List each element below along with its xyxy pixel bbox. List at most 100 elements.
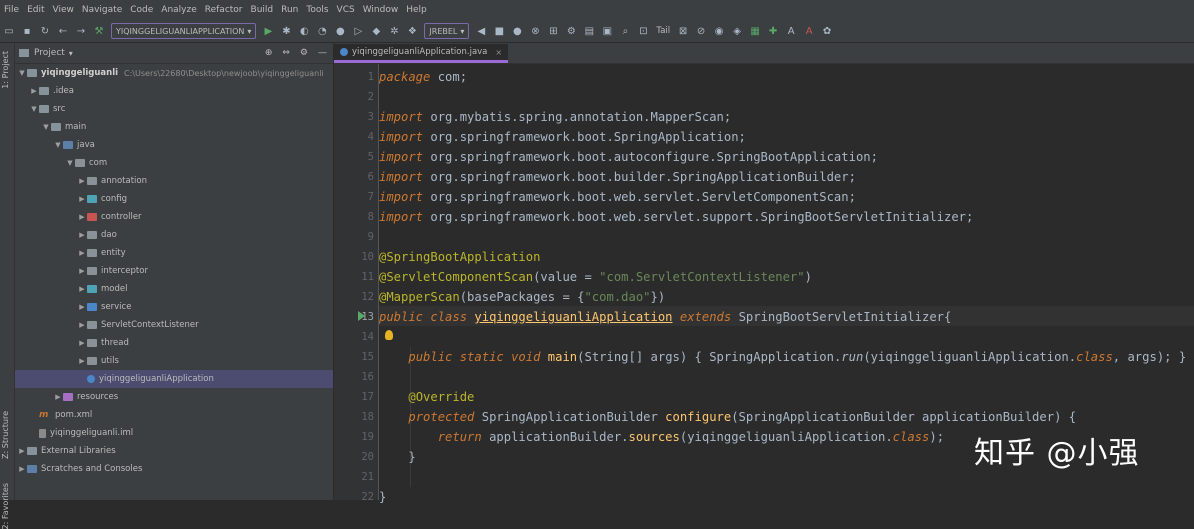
tree-item-java[interactable]: ▼ java [15,136,333,154]
tab-structure[interactable]: Z: Structure [1,411,10,459]
sync-icon[interactable]: ↻ [39,25,51,37]
attach-icon[interactable]: ● [334,25,346,37]
chevron-right-icon[interactable]: ▶ [77,195,87,203]
crosshair-icon[interactable]: ⊕ [265,48,273,58]
save-all-icon[interactable]: ▪ [21,25,33,37]
tree-item-root[interactable]: ▼ yiqinggeliguanli C:\Users\22680\Desktop\… [15,64,333,82]
tree-item-config[interactable]: ▶ config [15,190,333,208]
chevron-right-icon[interactable]: ▶ [77,267,87,275]
tree-item-scratches[interactable]: ▶ Scratches and Consoles [15,460,333,478]
close-icon[interactable]: × [495,48,502,57]
jrebel-icon[interactable]: ❖ [406,25,418,37]
tab-project[interactable]: 1: Project [1,51,10,89]
tab-application-java[interactable]: yiqinggeliguanliApplication.java × [334,44,509,63]
translate-b-icon[interactable]: A [803,25,815,37]
chevron-down-icon[interactable]: ▼ [17,69,27,77]
translate-a-icon[interactable]: A [785,25,797,37]
record-icon[interactable]: ● [511,25,523,37]
tree-item-servletcontextlistener[interactable]: ▶ ServletContextListener [15,316,333,334]
tree-item-iml[interactable]: yiqinggeliguanli.iml [15,424,333,442]
database-icon[interactable]: ◈ [731,25,743,37]
build-hammer-icon[interactable]: ⚒ [93,25,105,37]
terminal-icon[interactable]: ▣ [601,25,613,37]
tree-item-com[interactable]: ▼ com [15,154,333,172]
puzzle-icon[interactable]: ✚ [767,25,779,37]
chevron-right-icon[interactable]: ▶ [77,231,87,239]
chevron-right-icon[interactable]: ▶ [77,357,87,365]
chevron-down-icon[interactable]: ▼ [65,159,75,167]
code-with-me-icon[interactable]: ▦ [749,25,761,37]
hotswap-icon[interactable]: ✿ [821,25,833,37]
menu-edit[interactable]: Edit [23,5,48,15]
tree-item-thread[interactable]: ▶ thread [15,334,333,352]
tree-item-idea[interactable]: ▶ .idea [15,82,333,100]
stop-icon[interactable]: ■ [493,25,505,37]
chevron-right-icon[interactable]: ▶ [77,303,87,311]
chevron-right-icon[interactable]: ▶ [77,213,87,221]
menu-analyze[interactable]: Analyze [157,5,200,15]
menu-vcs[interactable]: VCS [333,5,359,15]
menu-code[interactable]: Code [126,5,157,15]
run-jrebel-icon[interactable]: ▷ [352,25,364,37]
chevron-right-icon[interactable]: ▶ [77,285,87,293]
ant-icon[interactable]: ⊗ [529,25,541,37]
structure-icon[interactable]: ▤ [583,25,595,37]
menu-window[interactable]: Window [359,5,403,15]
plugin-icon[interactable]: ⊠ [677,25,689,37]
settings-wrench-icon[interactable]: ⚙ [565,25,577,37]
chevron-down-icon[interactable]: ▼ [53,141,63,149]
chevron-down-icon[interactable]: ▾ [69,49,73,58]
chevron-down-icon[interactable]: ▼ [29,105,39,113]
debug-attach-icon[interactable]: ◀ [475,25,487,37]
menu-refactor[interactable]: Refactor [201,5,247,15]
tree-item-external-libraries[interactable]: ▶ External Libraries [15,442,333,460]
jrebel-dropdown[interactable]: JREBEL ▾ [424,23,470,39]
jrebel-run-icon[interactable]: ◆ [370,25,382,37]
chevron-right-icon[interactable]: ▶ [77,249,87,257]
chevron-right-icon[interactable]: ▶ [77,177,87,185]
chevron-right-icon[interactable]: ▶ [53,393,63,401]
tree-item-main[interactable]: ▼ main [15,118,333,136]
tree-item-src[interactable]: ▼ src [15,100,333,118]
debug-icon[interactable]: ✱ [280,25,292,37]
tree-item-dao[interactable]: ▶ dao [15,226,333,244]
tail-button[interactable]: Tail [656,26,670,36]
layout-icon[interactable]: ⊞ [547,25,559,37]
coverage-icon[interactable]: ◐ [298,25,310,37]
sonar-icon[interactable]: ◉ [713,25,725,37]
tree-item-service[interactable]: ▶ service [15,298,333,316]
menu-file[interactable]: File [0,5,23,15]
chevron-right-icon[interactable]: ▶ [29,87,39,95]
tree-item-model[interactable]: ▶ model [15,280,333,298]
menu-run[interactable]: Run [277,5,302,15]
tree-item-controller[interactable]: ▶ controller [15,208,333,226]
menu-build[interactable]: Build [247,5,278,15]
collapse-icon[interactable]: ⇔ [282,48,290,58]
chevron-right-icon[interactable]: ▶ [17,465,27,473]
jrebel-debug-icon[interactable]: ✲ [388,25,400,37]
gear-icon[interactable]: ⚙ [300,48,308,58]
tree-item-utils[interactable]: ▶ utils [15,352,333,370]
tab-favorites[interactable]: 2: Favorites [1,483,10,529]
menu-help[interactable]: Help [402,5,431,15]
tree-item-application-class[interactable]: yiqinggeliguanliApplication [15,370,333,388]
run-gutter-icon[interactable] [358,311,365,321]
lightbulb-icon[interactable] [385,330,393,340]
translate-icon[interactable]: ⊡ [637,25,649,37]
run-icon[interactable]: ▶ [262,25,274,37]
menu-navigate[interactable]: Navigate [78,5,126,15]
no-entry-icon[interactable]: ⊘ [695,25,707,37]
forward-arrow-icon[interactable]: → [75,25,87,37]
search-icon[interactable]: ⌕ [619,25,631,37]
minimize-icon[interactable]: — [318,48,327,58]
open-folder-icon[interactable]: ▭ [3,25,15,37]
run-configuration-dropdown[interactable]: YIQINGGELIGUANLIAPPLICATION ▾ [111,23,257,39]
tree-item-pom[interactable]: m pom.xml [15,406,333,424]
chevron-right-icon[interactable]: ▶ [77,321,87,329]
tree-item-entity[interactable]: ▶ entity [15,244,333,262]
tree-item-interceptor[interactable]: ▶ interceptor [15,262,333,280]
back-arrow-icon[interactable]: ← [57,25,69,37]
profile-icon[interactable]: ◔ [316,25,328,37]
tree-item-annotation[interactable]: ▶ annotation [15,172,333,190]
chevron-down-icon[interactable]: ▼ [41,123,51,131]
